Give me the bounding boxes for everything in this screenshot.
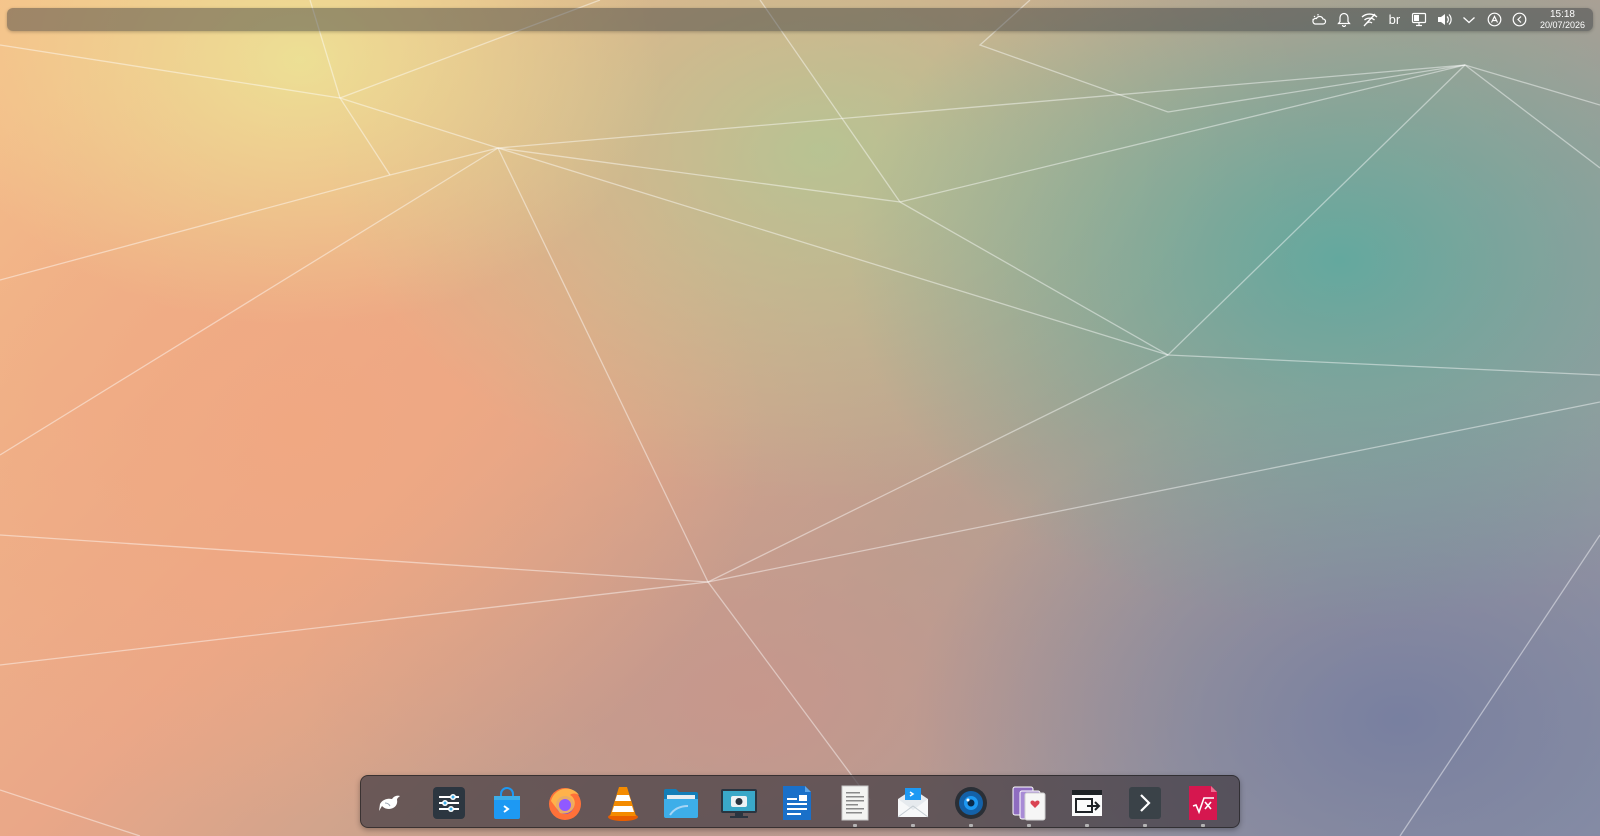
network-wireless-icon[interactable] [1357,8,1382,31]
dock-item-firefox[interactable] [543,781,587,825]
wallpaper [0,0,1600,836]
dock-item-writer[interactable] [775,781,819,825]
text-document-icon [841,785,869,821]
folder-icon [664,789,698,818]
dock-item-window-switcher[interactable] [1065,781,1109,827]
clock-date: 20/07/2026 [1539,19,1585,30]
dock-item-mail-client[interactable] [891,781,935,827]
dock-item-card-game[interactable] [1007,781,1051,827]
running-indicator [1201,824,1205,827]
dock-item-screenshot-tool[interactable] [717,781,761,825]
top-panel: br 15:18 20/07/2026 [7,8,1593,31]
running-indicator [1027,824,1031,827]
running-indicator [853,824,857,827]
system-tray: br 15:18 20/07/2026 [1307,8,1585,31]
weather-icon[interactable] [1307,8,1332,31]
math-sqrt-icon [1189,786,1217,820]
dock-item-math-formula[interactable] [1181,781,1225,827]
document-writer-icon [783,786,811,820]
dock-item-vlc[interactable] [601,781,645,825]
volume-icon[interactable] [1432,8,1457,31]
vlc-cone-icon [608,787,638,821]
keyboard-layout-indicator[interactable]: br [1382,8,1407,31]
dock [360,775,1240,828]
dock-item-terminal[interactable] [1123,781,1167,827]
shopping-bag-icon [494,787,520,819]
desktop[interactable]: br 15:18 20/07/2026 [0,0,1600,836]
clock-time: 15:18 [1549,8,1575,20]
digital-clock[interactable]: 15:18 20/07/2026 [1539,8,1585,30]
sliders-icon [433,787,465,819]
running-indicator [969,824,973,827]
camera-monitor-icon [721,789,757,818]
dock-item-text-editor[interactable] [833,781,877,827]
window-export-icon [1072,790,1102,816]
running-indicator [911,824,915,827]
dock-item-system-settings[interactable] [427,781,471,825]
dock-item-camera-app[interactable] [949,781,993,827]
notifications-bell-icon[interactable] [1332,8,1357,31]
dock-item-software-store[interactable] [485,781,529,825]
tray-expand-chevron-icon[interactable] [1457,8,1482,31]
terminal-prompt-icon [1129,787,1161,819]
dock-item-file-manager[interactable] [659,781,703,825]
webcam-icon [955,787,987,819]
back-circle-icon[interactable] [1507,8,1532,31]
keyboard-layout-label: br [1388,12,1401,27]
firefox-icon [549,788,581,820]
display-configuration-icon[interactable] [1407,8,1432,31]
dock-item-app-launcher[interactable] [369,781,413,825]
mail-icon [897,788,929,818]
accessibility-icon[interactable] [1482,8,1507,31]
playing-cards-icon [1012,786,1046,821]
launcher-swan-icon [379,795,400,811]
running-indicator [1085,824,1089,827]
running-indicator [1143,824,1147,827]
